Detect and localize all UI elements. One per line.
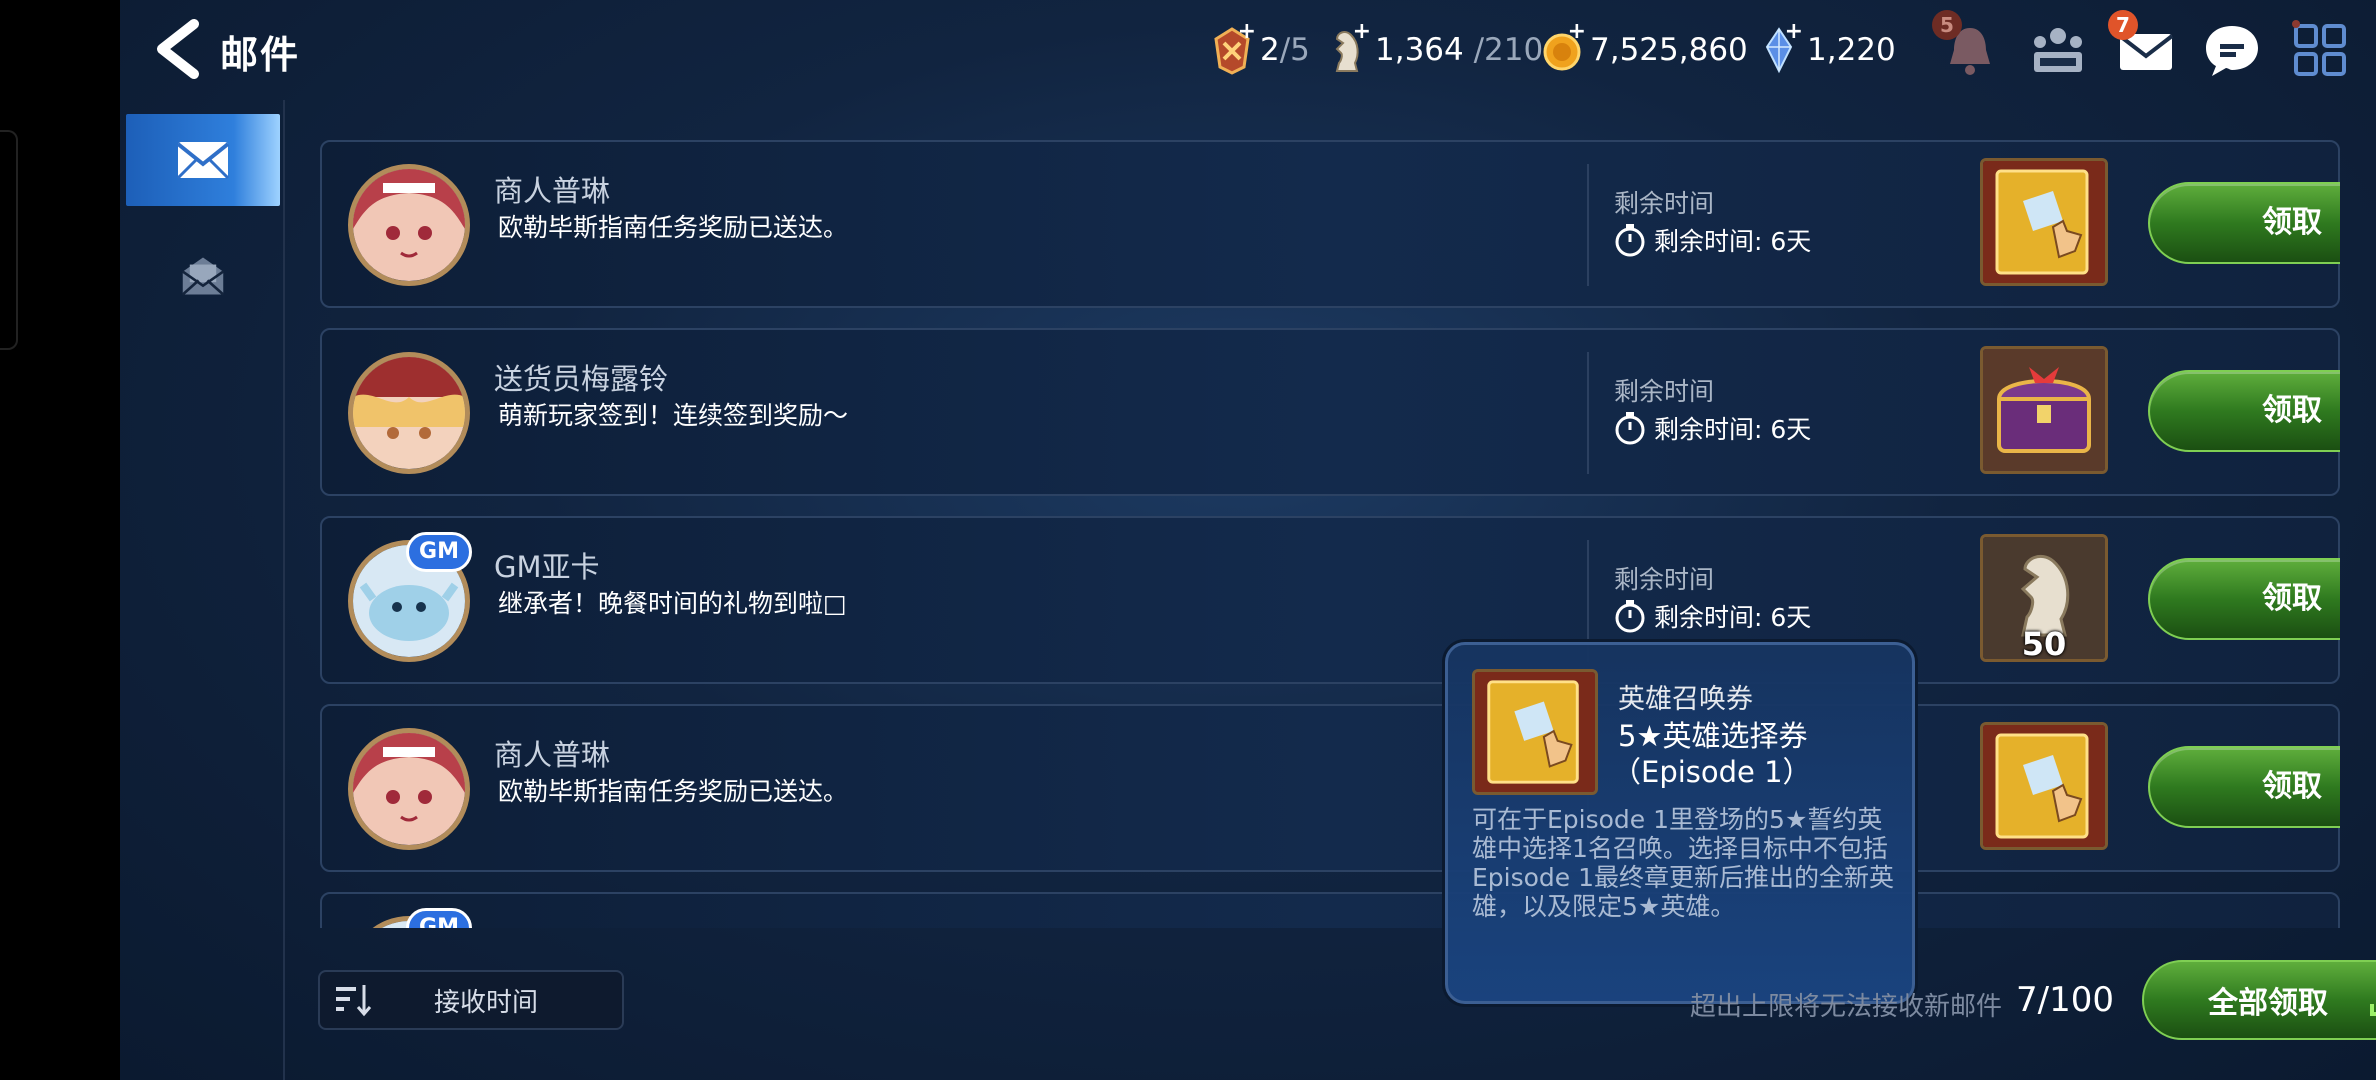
chat-button[interactable] bbox=[2200, 18, 2264, 82]
remaining-time-label: 剩余时间 bbox=[1614, 377, 1715, 406]
menu-button[interactable] bbox=[2288, 18, 2352, 82]
chess-knight-icon: + bbox=[1325, 19, 1371, 75]
tooltip-item-image bbox=[1472, 669, 1598, 795]
plus-icon: + bbox=[1352, 19, 1371, 44]
remaining-time-value: 剩余时间: 6天 bbox=[1654, 603, 1812, 632]
reward-item[interactable] bbox=[1980, 158, 2108, 286]
tab-inbox[interactable] bbox=[126, 114, 280, 206]
sort-icon bbox=[336, 985, 372, 1017]
claim-button[interactable]: 领取 bbox=[2148, 746, 2340, 828]
top-bar: 邮件 + 2/5 + 1,364 /210 + 7,525,860 + 1,22… bbox=[120, 0, 2376, 100]
reward-item[interactable] bbox=[1980, 346, 2108, 474]
claim-button[interactable]: 领取 bbox=[2148, 182, 2340, 264]
mail-list[interactable]: 商人普琳 欧勒毕斯指南任务奖励已送达。 剩余时间 剩余时间: 6天 领取 送货员… bbox=[320, 138, 2340, 928]
plus-icon: + bbox=[1784, 19, 1803, 44]
grid-menu-icon bbox=[2292, 20, 2346, 76]
back-arrow-icon bbox=[157, 19, 199, 79]
remaining-time-value: 剩余时间: 6天 bbox=[1654, 415, 1812, 444]
sender-name: 商人普琳 bbox=[494, 738, 611, 772]
sort-label: 接收时间 bbox=[434, 987, 539, 1018]
remaining-time: 剩余时间: 6天 bbox=[1614, 222, 1811, 258]
mail-button[interactable]: 7 bbox=[2108, 10, 2178, 82]
mail-row[interactable]: 送货员梅露铃 萌新玩家签到！连续签到奖励～ 剩余时间 剩余时间: 6天 领取 bbox=[320, 328, 2340, 496]
sender-name: GM亚卡 bbox=[494, 920, 600, 928]
remaining-time: 剩余时间: 6天 bbox=[1614, 598, 1811, 634]
back-button[interactable] bbox=[150, 18, 206, 80]
divider bbox=[1587, 352, 1589, 474]
mailbox-limit-note: 超出上限将无法接收新邮件 bbox=[1690, 992, 2003, 1022]
gold-coin-icon: + bbox=[1540, 19, 1586, 75]
group-icon bbox=[2034, 28, 2082, 72]
plus-icon: + bbox=[1237, 19, 1256, 44]
mail-message: 欧勒毕斯指南任务奖励已送达。 bbox=[498, 213, 849, 242]
claim-all-button[interactable]: 全部领取 bbox=[2142, 960, 2376, 1040]
sender-avatar bbox=[348, 164, 470, 286]
item-tooltip: 英雄召唤券 5★英雄选择券 （Episode 1） 可在于Episode 1里登… bbox=[1445, 642, 1915, 1004]
crystal-resource[interactable]: + 1,220 bbox=[1757, 19, 1896, 78]
gm-badge: GM bbox=[406, 532, 472, 572]
sender-name: GM亚卡 bbox=[494, 550, 600, 584]
mail-count: 7/100 bbox=[2016, 980, 2114, 1020]
remaining-time: 剩余时间: 6天 bbox=[1614, 410, 1811, 446]
sender-name: 送货员梅露铃 bbox=[494, 362, 669, 396]
tooltip-episode: （Episode 1） bbox=[1612, 755, 1812, 789]
claim-button[interactable]: 领取 bbox=[2148, 558, 2340, 640]
gold-value: 7,525,860 bbox=[1590, 32, 1748, 68]
sidebar bbox=[120, 100, 285, 1080]
sender-avatar bbox=[348, 352, 470, 474]
mail-row[interactable]: GM GM亚卡 继承者！晚餐时间的礼物到啦□ 剩余时间 剩余时间: 6天 50 … bbox=[320, 516, 2340, 684]
treasure-chest-icon bbox=[1983, 349, 2105, 471]
mail-badge: 7 bbox=[2108, 10, 2138, 40]
plus-icon: + bbox=[1567, 19, 1586, 44]
mail-message: 萌新玩家签到！连续签到奖励～ bbox=[498, 401, 849, 430]
sender-name: 商人普琳 bbox=[494, 174, 611, 208]
divider bbox=[1587, 164, 1589, 286]
tooltip-category: 英雄召唤券 bbox=[1618, 684, 1753, 715]
download-icon bbox=[2370, 1004, 2376, 1016]
mail-row[interactable]: 商人普琳 欧勒毕斯指南任务奖励已送达。 剩余时间 剩余时间: 6天 领取 bbox=[320, 140, 2340, 308]
friends-button[interactable] bbox=[2026, 18, 2090, 82]
chess-resource[interactable]: + 1,364 /210 bbox=[1325, 19, 1544, 78]
remaining-time-value: 剩余时间: 6天 bbox=[1654, 227, 1812, 256]
stamina-value: 2 bbox=[1260, 32, 1280, 68]
chess-value: 1,364 bbox=[1375, 32, 1464, 68]
tab-read-mail[interactable] bbox=[126, 230, 280, 322]
claim-all-label: 全部领取 bbox=[2208, 986, 2328, 1021]
mail-message: 继承者！晚餐时间的礼物到啦□ bbox=[498, 589, 847, 618]
notifications-button[interactable]: 5 bbox=[1932, 10, 2002, 82]
page-title: 邮件 bbox=[220, 33, 301, 77]
mail-screen: 邮件 + 2/5 + 1,364 /210 + 7,525,860 + 1,22… bbox=[120, 0, 2376, 1080]
crystal-value: 1,220 bbox=[1807, 32, 1896, 68]
envelope-icon bbox=[176, 142, 230, 180]
reward-item[interactable] bbox=[1980, 722, 2108, 850]
claim-button[interactable]: 领取 bbox=[2148, 370, 2340, 452]
hero-ticket-icon bbox=[1983, 725, 2105, 847]
mail-row[interactable]: GM GM亚卡 bbox=[320, 892, 2340, 928]
mail-message: 欧勒毕斯指南任务奖励已送达。 bbox=[498, 777, 849, 806]
chess-max: /210 bbox=[1473, 32, 1544, 68]
remaining-time-label: 剩余时间 bbox=[1614, 565, 1715, 594]
stopwatch-icon bbox=[1615, 412, 1645, 445]
chat-icon bbox=[2206, 26, 2258, 76]
hero-ticket-icon bbox=[1983, 161, 2105, 283]
gm-badge: GM bbox=[406, 908, 472, 928]
remaining-time-label: 剩余时间 bbox=[1614, 189, 1715, 218]
stamina-max: /5 bbox=[1279, 32, 1310, 68]
stopwatch-icon bbox=[1615, 600, 1645, 633]
sort-button[interactable]: 接收时间 bbox=[318, 970, 624, 1030]
crystal-icon: + bbox=[1757, 19, 1803, 75]
stopwatch-icon bbox=[1615, 224, 1645, 257]
tooltip-description: 可在于Episode 1里登场的5★誓约英雄中选择1名召唤。选择目标中不包括Ep… bbox=[1472, 805, 1895, 921]
screen-notch bbox=[0, 130, 18, 350]
stamina-icon: + bbox=[1210, 19, 1256, 75]
reward-quantity: 50 bbox=[2021, 625, 2067, 662]
stamina-resource[interactable]: + 2/5 bbox=[1210, 19, 1310, 78]
hero-ticket-icon bbox=[1475, 672, 1595, 792]
open-envelope-icon bbox=[181, 257, 225, 296]
mail-row[interactable]: 商人普琳 欧勒毕斯指南任务奖励已送达。 领取 bbox=[320, 704, 2340, 872]
sender-avatar bbox=[348, 728, 470, 850]
gold-resource[interactable]: + 7,525,860 bbox=[1540, 19, 1748, 78]
notifications-badge: 5 bbox=[1932, 10, 1962, 40]
reward-item[interactable]: 50 bbox=[1980, 534, 2108, 662]
